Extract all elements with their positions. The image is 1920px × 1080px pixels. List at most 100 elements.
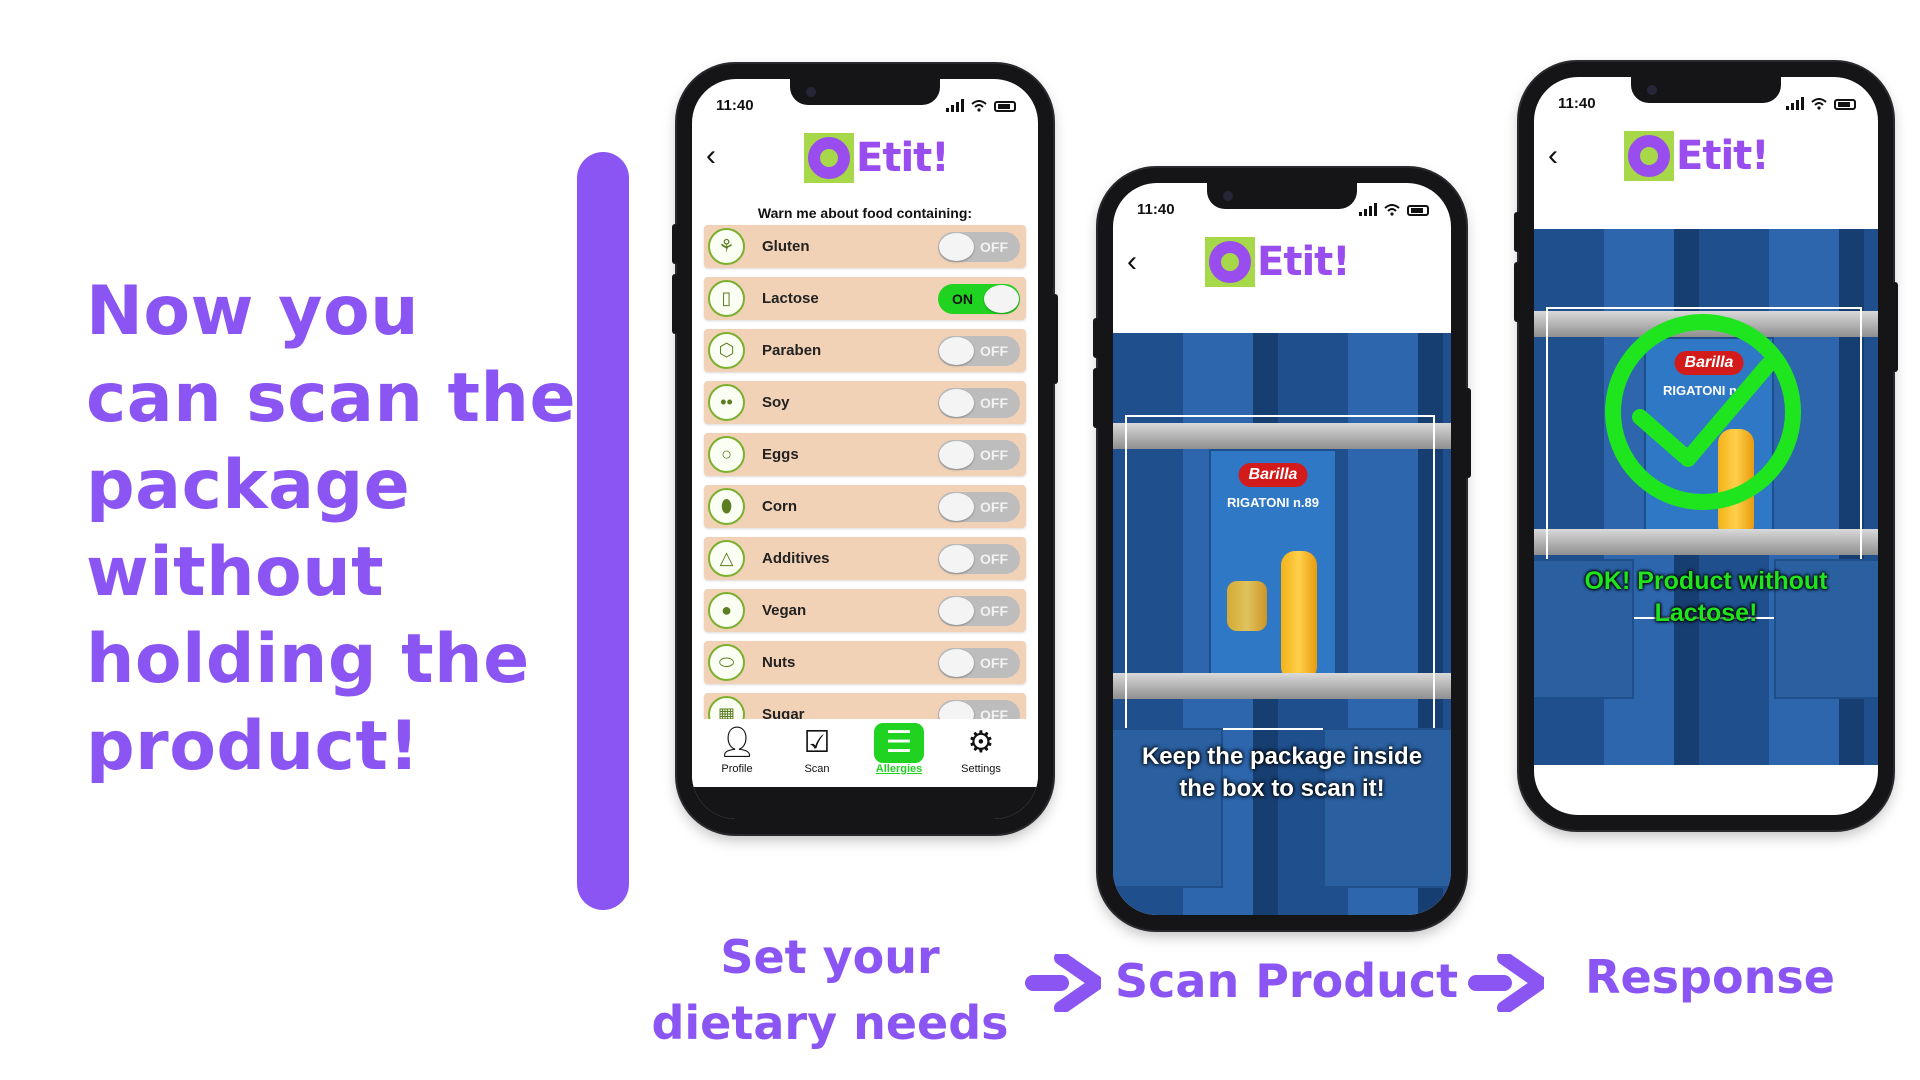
phone-response: 11:40 ‹ Etit! Barilla RIGATONI n.89 OK! …	[1514, 62, 1898, 830]
screen: 11:40 ‹ Etit! Barilla RIGATONI n.89	[1113, 183, 1451, 915]
battery-icon	[1834, 99, 1856, 110]
battery-icon	[1407, 205, 1429, 216]
scan-instruction: Keep the package inside the box to scan …	[1141, 743, 1423, 802]
allergy-row-gluten: ⚘ Gluten OFF	[704, 225, 1026, 268]
caption-scan-product: Scan Product	[1115, 954, 1459, 1008]
toggle-state: OFF	[980, 551, 1008, 567]
toggle-state: OFF	[980, 395, 1008, 411]
toggle-state: OFF	[980, 655, 1008, 671]
allergy-row-lactose: ▯ Lactose ON	[704, 277, 1026, 320]
toggle-lactose[interactable]: ON	[938, 284, 1020, 314]
logo-text: Etit!	[856, 135, 950, 181]
logo-text: Etit!	[1257, 239, 1351, 285]
caption-response: Response	[1585, 950, 1835, 1004]
status-bar: 11:40	[1558, 95, 1856, 113]
app-bar: ‹ Etit!	[1534, 125, 1878, 189]
headline: Now you can scan the package without hol…	[86, 268, 577, 790]
arrow-right-icon	[1468, 954, 1544, 1012]
toggle-state: OFF	[980, 343, 1008, 359]
peanut-icon: ⬭	[708, 644, 745, 681]
toggle-paraben[interactable]: OFF	[938, 336, 1020, 366]
toggle-state: OFF	[980, 447, 1008, 463]
toggle-state: OFF	[980, 239, 1008, 255]
egg-icon: ○	[708, 436, 745, 473]
scan-frame	[1125, 415, 1435, 730]
allergy-name: Eggs	[762, 446, 799, 463]
headline-line: product!	[86, 707, 420, 786]
chevron-left-icon[interactable]: ‹	[1127, 247, 1137, 277]
tab-profile[interactable]: 👤︎ Profile	[700, 723, 774, 775]
tab-label: Profile	[721, 763, 753, 775]
toggle-corn[interactable]: OFF	[938, 492, 1020, 522]
chevron-left-icon[interactable]: ‹	[1548, 141, 1558, 171]
screen: 11:40 ‹ Etit! Barilla RIGATONI n.89	[1534, 77, 1878, 815]
battery-icon	[994, 101, 1016, 112]
allergy-name: Paraben	[762, 342, 822, 359]
tab-settings[interactable]: ⚙ Settings	[944, 723, 1018, 775]
allergy-row-eggs: ○ Eggs OFF	[704, 433, 1026, 476]
apple-icon: ●	[708, 592, 745, 629]
warn-heading: Warn me about food containing:	[757, 205, 973, 221]
allergy-name: Soy	[762, 394, 790, 411]
toggle-nuts[interactable]: OFF	[938, 648, 1020, 678]
status-time: 11:40	[716, 97, 754, 114]
status-bar: 11:40	[716, 97, 1016, 115]
toggle-eggs[interactable]: OFF	[938, 440, 1020, 470]
tab-scan[interactable]: ☑ Scan	[780, 723, 854, 775]
person-icon: 👤︎	[717, 726, 757, 759]
allergy-row-nuts: ⬭ Nuts OFF	[704, 641, 1026, 684]
allergy-row-vegan: ● Vegan OFF	[704, 589, 1026, 632]
status-time: 11:40	[1558, 95, 1596, 112]
phone-allergies: 11:40 ‹ Etit! Warn me about food contain…	[672, 64, 1058, 834]
toggle-vegan[interactable]: OFF	[938, 596, 1020, 626]
headline-line: Now you	[86, 272, 420, 351]
logo-mark-icon	[1624, 131, 1674, 181]
allergy-name: Lactose	[762, 290, 819, 307]
tab-allergies[interactable]: ☰ Allergies	[862, 723, 936, 775]
app-logo: Etit!	[1624, 131, 1770, 181]
response-message: OK! Product without Lactose!	[1584, 567, 1828, 627]
milk-bottle-icon: ▯	[708, 280, 745, 317]
allergy-name: Additives	[762, 550, 830, 567]
allergy-name: Gluten	[762, 238, 810, 255]
arrow-right-icon	[1025, 954, 1101, 1012]
camera-view: Barilla RIGATONI n.89 OK! Product withou…	[1534, 229, 1878, 765]
headline-line: without	[86, 533, 385, 612]
signal-icon	[946, 99, 964, 112]
status-time: 11:40	[1137, 201, 1175, 218]
allergy-row-soy: •• Soy OFF	[704, 381, 1026, 424]
logo-text: Etit!	[1676, 133, 1770, 179]
corn-icon: ⬮	[708, 488, 745, 525]
wifi-icon	[1384, 204, 1400, 216]
allergy-row-additives: △ Additives OFF	[704, 537, 1026, 580]
caption-set-dietary-needs: Set your dietary needs	[651, 930, 1009, 1050]
signal-icon	[1786, 97, 1804, 110]
headline-line: can scan the	[86, 359, 577, 438]
wifi-icon	[1811, 98, 1827, 110]
allergy-row-corn: ⬮ Corn OFF	[704, 485, 1026, 528]
toggles-icon: ☰	[874, 723, 924, 763]
tab-bar: 👤︎ Profile ☑ Scan ☰ Allergies ⚙ Settings	[692, 719, 1038, 787]
chevron-left-icon[interactable]: ‹	[706, 141, 716, 171]
logo-mark-icon	[1205, 237, 1255, 287]
signal-icon	[1359, 203, 1377, 216]
headline-line: package	[86, 446, 411, 525]
app-bar: ‹ Etit!	[692, 127, 1038, 191]
flask-icon: △	[708, 540, 745, 577]
toggle-soy[interactable]: OFF	[938, 388, 1020, 418]
allergy-name: Corn	[762, 498, 797, 515]
gear-icon: ⚙	[967, 726, 995, 759]
toggle-state: ON	[952, 291, 973, 307]
toggle-state: OFF	[980, 603, 1008, 619]
logo-mark-icon	[804, 133, 854, 183]
toggle-additives[interactable]: OFF	[938, 544, 1020, 574]
headline-line: holding the	[86, 620, 530, 699]
allergy-list: ⚘ Gluten OFF ▯ Lactose ON ⬡ Paraben OFF …	[704, 225, 1026, 745]
app-bar: ‹ Etit!	[1113, 231, 1451, 295]
status-bar: 11:40	[1137, 201, 1429, 219]
wheat-icon: ⚘	[708, 228, 745, 265]
camera-view: Barilla RIGATONI n.89 Keep the package i…	[1113, 333, 1451, 915]
paraben-icon: ⬡	[708, 332, 745, 369]
toggle-gluten[interactable]: OFF	[938, 232, 1020, 262]
screen: 11:40 ‹ Etit! Warn me about food contain…	[692, 79, 1038, 819]
